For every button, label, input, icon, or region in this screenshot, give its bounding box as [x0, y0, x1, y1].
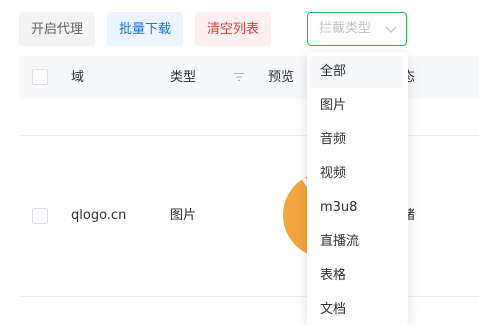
- row-checkbox[interactable]: [32, 208, 48, 224]
- resource-sniffer-panel: 开启代理 批量下载 清空列表 拦截类型 域 类型 预览 态 qlogo.cn 图…: [0, 0, 479, 325]
- chevron-down-icon: [385, 26, 397, 33]
- option-live-stream[interactable]: 直播流: [311, 226, 403, 258]
- intercept-type-select[interactable]: 拦截类型: [307, 12, 407, 46]
- row-type: 图片: [170, 208, 197, 223]
- option-audio[interactable]: 音频: [311, 124, 403, 156]
- column-header-domain: 域: [71, 70, 85, 85]
- intercept-type-placeholder: 拦截类型: [319, 21, 372, 36]
- option-m3u8[interactable]: m3u8: [311, 192, 403, 224]
- row-domain: qlogo.cn: [71, 208, 127, 223]
- batch-download-button[interactable]: 批量下载: [107, 12, 184, 46]
- intercept-type-dropdown: 全部 图片 音频 视频 m3u8 直播流 表格 文档: [307, 52, 408, 325]
- table-row: qlogo.cn 图片 绪: [19, 136, 479, 296]
- option-document[interactable]: 文档: [311, 294, 403, 325]
- option-all[interactable]: 全部: [311, 56, 403, 88]
- row-divider: [19, 296, 479, 297]
- clear-list-button[interactable]: 清空列表: [195, 12, 272, 46]
- option-video[interactable]: 视频: [311, 158, 403, 190]
- select-all-checkbox[interactable]: [32, 69, 48, 85]
- filter-icon[interactable]: [233, 71, 245, 83]
- enable-proxy-button[interactable]: 开启代理: [19, 12, 96, 46]
- column-header-preview: 预览: [268, 70, 295, 85]
- column-header-type: 类型: [170, 70, 197, 85]
- toolbar: 开启代理 批量下载 清空列表: [19, 12, 283, 46]
- table-header: 域 类型 预览 态: [19, 56, 479, 99]
- option-image[interactable]: 图片: [311, 90, 403, 122]
- option-spreadsheet[interactable]: 表格: [311, 260, 403, 292]
